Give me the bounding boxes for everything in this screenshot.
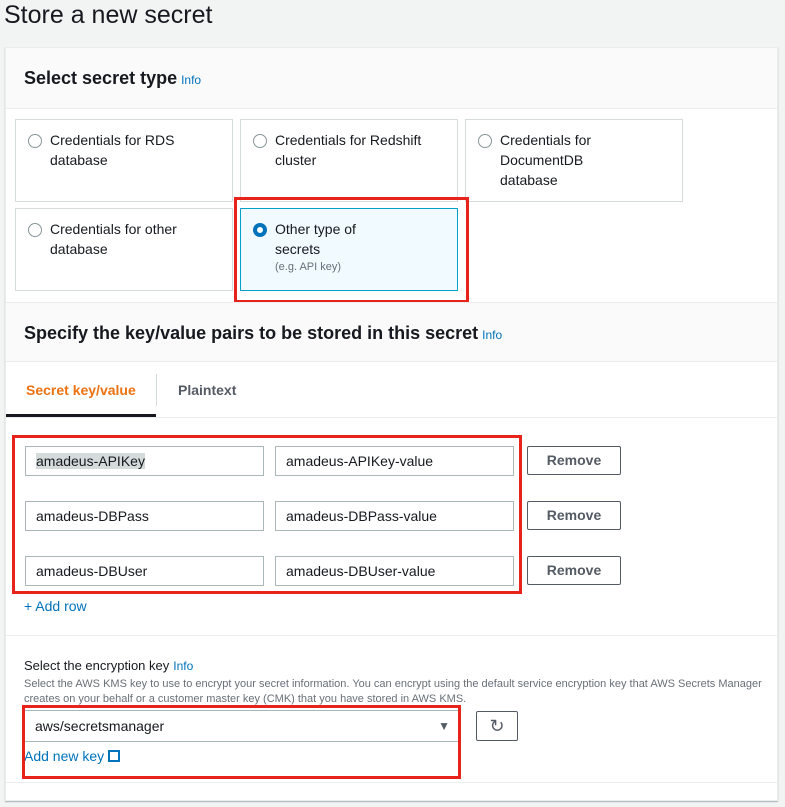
tab-divider: [156, 374, 157, 406]
tile-label: Credentials for other database: [50, 221, 177, 257]
add-new-key-link[interactable]: Add new key: [24, 748, 121, 764]
tile-label: Credentials for DocumentDB database: [500, 132, 592, 188]
radio-icon[interactable]: [478, 134, 492, 148]
add-row-link[interactable]: + Add row: [24, 598, 87, 614]
external-link-icon: [108, 750, 121, 762]
remove-button[interactable]: Remove: [527, 446, 621, 475]
tab-secret-key-value[interactable]: Secret key/value: [26, 382, 136, 398]
tile-other-secrets[interactable]: Other type of secrets (e.g. API key): [240, 208, 458, 291]
tile-label: Credentials for Redshift cluster: [275, 132, 422, 168]
section-divider: [6, 635, 777, 636]
kv-section-header: Specify the key/value pairs to be stored…: [6, 302, 777, 362]
remove-button[interactable]: Remove: [527, 556, 621, 585]
tile-label: Other type of secrets: [275, 221, 356, 257]
page-title: Store a new secret: [4, 1, 213, 29]
refresh-icon: ↻: [489, 716, 505, 736]
refresh-button[interactable]: ↻: [476, 711, 518, 741]
value-input[interactable]: amadeus-DBUser-value: [275, 556, 514, 586]
radio-selected-icon[interactable]: [253, 223, 267, 237]
radio-icon[interactable]: [28, 134, 42, 148]
secret-type-heading: Select secret type: [24, 68, 178, 88]
encryption-description: Select the AWS KMS key to use to encrypt…: [24, 678, 762, 705]
value-input[interactable]: amadeus-APIKey-value: [275, 446, 514, 476]
key-input[interactable]: amadeus-DBPass: [25, 501, 264, 531]
section-divider: [6, 782, 777, 783]
encryption-label: Select the encryption key Info: [24, 658, 193, 673]
caret-down-icon: ▼: [438, 719, 450, 733]
tile-redshift-cluster[interactable]: Credentials for Redshift cluster: [240, 119, 458, 202]
tabs-border: [6, 417, 777, 418]
radio-icon[interactable]: [253, 134, 267, 148]
secret-type-info-link[interactable]: Info: [181, 73, 201, 87]
tile-label: Credentials for RDS database: [50, 132, 175, 168]
kv-section-heading: Specify the key/value pairs to be stored…: [24, 323, 479, 343]
remove-button[interactable]: Remove: [527, 501, 621, 530]
kv-section-info-link[interactable]: Info: [482, 328, 502, 342]
tab-plaintext[interactable]: Plaintext: [178, 382, 236, 398]
tile-other-database[interactable]: Credentials for other database: [15, 208, 233, 291]
secret-form-panel: Select secret type Info Credentials for R…: [5, 47, 778, 801]
key-input-text: amadeus-APIKey: [36, 453, 145, 469]
add-new-key-label: Add new key: [24, 748, 105, 764]
encryption-key-select[interactable]: aws/secretsmanager ▼: [24, 710, 461, 742]
tile-rds-database[interactable]: Credentials for RDS database: [15, 119, 233, 202]
radio-icon[interactable]: [28, 223, 42, 237]
tile-documentdb-database[interactable]: Credentials for DocumentDB database: [465, 119, 683, 202]
key-input[interactable]: amadeus-DBUser: [25, 556, 264, 586]
secret-type-header: Select secret type Info: [6, 48, 777, 109]
encryption-key-value: aws/secretsmanager: [35, 718, 165, 734]
value-input[interactable]: amadeus-DBPass-value: [275, 501, 514, 531]
encryption-label-text: Select the encryption key: [24, 658, 170, 673]
encryption-info-link[interactable]: Info: [173, 659, 193, 673]
key-input[interactable]: amadeus-APIKey: [25, 446, 264, 476]
tile-sublabel: (e.g. API key): [275, 261, 342, 273]
